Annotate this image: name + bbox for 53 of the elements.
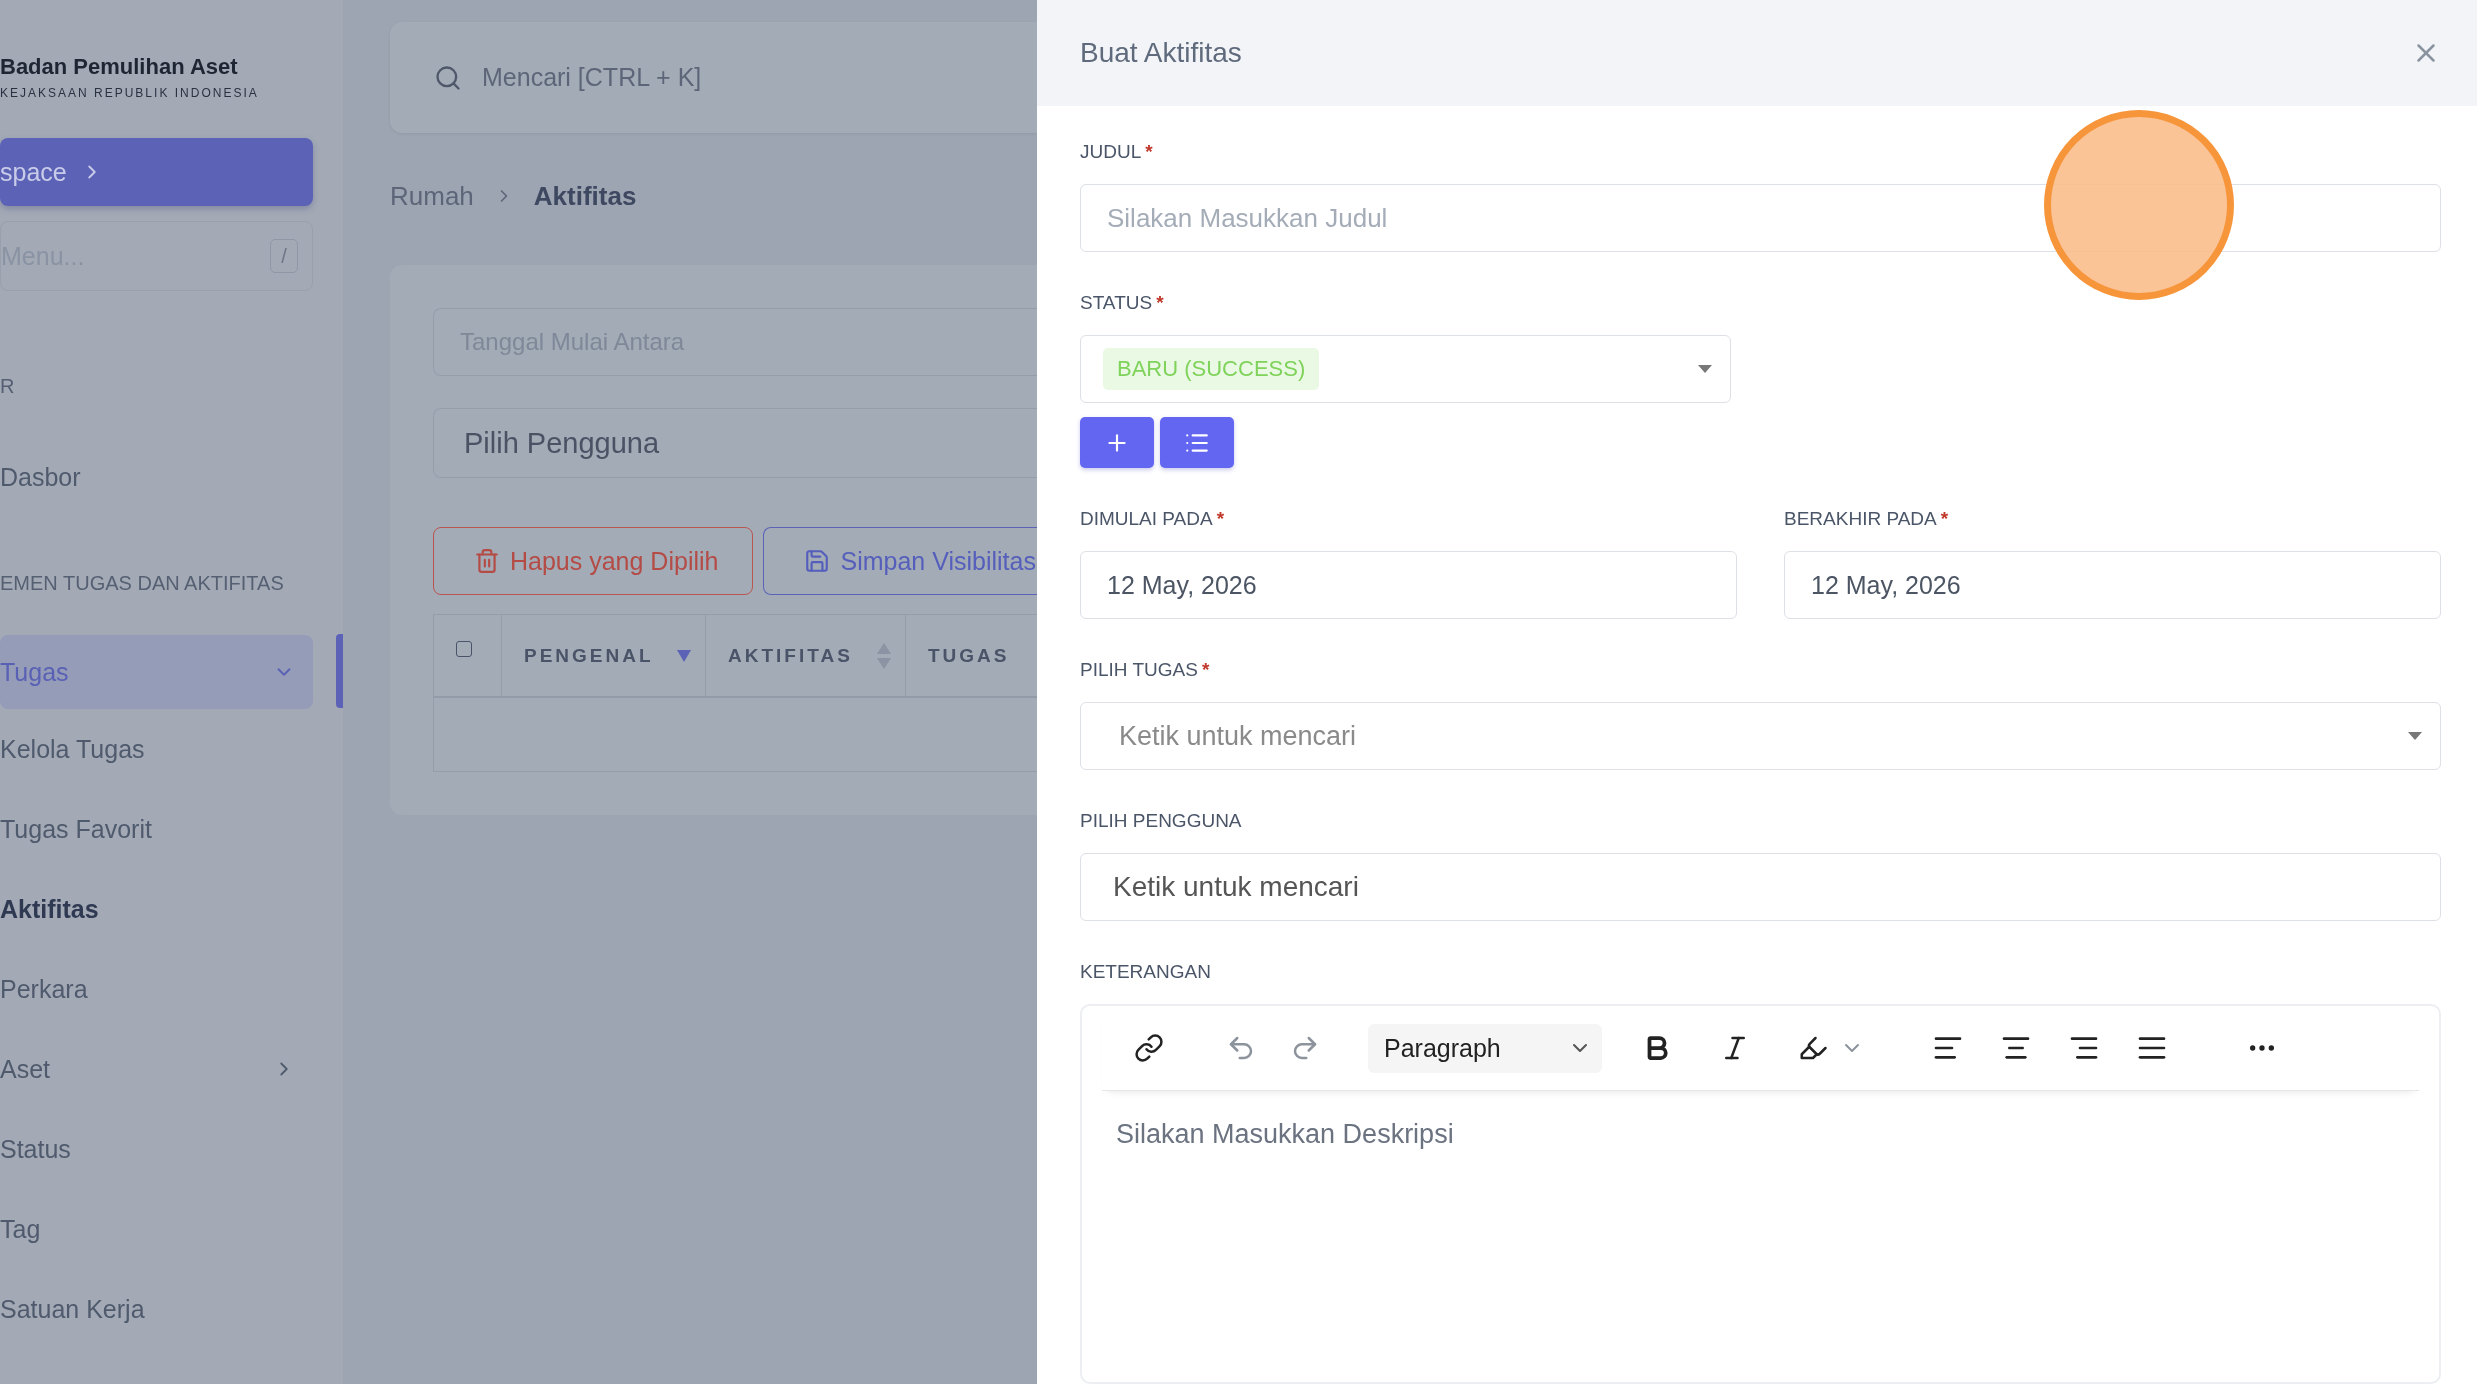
field-label: JUDUL * bbox=[1080, 140, 1154, 165]
description-placeholder: Silakan Masukkan Deskripsi bbox=[1115, 1118, 1455, 1150]
required-mark: * bbox=[1216, 508, 1225, 530]
nav-subitem[interactable]: Kelola Tugas bbox=[0, 709, 313, 789]
caret-icon bbox=[2408, 732, 2422, 740]
breadcrumb-item[interactable]: Rumah bbox=[390, 180, 474, 212]
column-header[interactable]: AKTIFITAS bbox=[706, 615, 906, 696]
workspace-button[interactable]: space bbox=[0, 138, 313, 206]
date-input[interactable]: 12 May, 2026 bbox=[1784, 551, 2441, 619]
required-mark: * bbox=[1145, 141, 1153, 163]
user-search-field[interactable]: Ketik untuk mencari bbox=[1080, 853, 2441, 921]
column-header[interactable]: PENGENAL bbox=[502, 615, 706, 696]
list-button[interactable] bbox=[1160, 417, 1234, 468]
nav-item[interactable]: Tag bbox=[0, 1189, 313, 1269]
nav-item[interactable]: Status bbox=[0, 1109, 313, 1189]
required-mark: * bbox=[1201, 659, 1210, 681]
shortcut-key: / bbox=[270, 239, 298, 273]
save-visibility-button[interactable]: Simpan Visibilitas bbox=[763, 527, 1037, 595]
trash-icon bbox=[474, 548, 500, 574]
drawer-title: Buat Aktifitas bbox=[1080, 37, 1242, 69]
nav-item[interactable]: Tugas bbox=[0, 635, 313, 709]
nav-item[interactable]: Satuan Kerja bbox=[0, 1269, 313, 1349]
user-select[interactable]: Pilih Pengguna bbox=[433, 408, 1037, 478]
field-label: KETERANGAN bbox=[1080, 960, 1212, 984]
nav-subitem[interactable]: Tugas Favorit bbox=[0, 789, 313, 869]
section-heading: EMEN TUGAS DAN AKTIFITAS bbox=[0, 570, 285, 596]
nav-subitem[interactable]: Aktifitas bbox=[0, 869, 313, 949]
select-all-checkbox[interactable] bbox=[456, 640, 472, 657]
search-bar[interactable]: Mencari [CTRL + K] bbox=[390, 22, 1037, 133]
format-select[interactable]: Paragraph bbox=[1368, 1023, 1602, 1073]
field-label: DIMULAI PADA * bbox=[1080, 507, 1226, 532]
required-mark: * bbox=[1940, 508, 1949, 530]
delete-selected-button[interactable]: Hapus yang Dipilih bbox=[433, 527, 754, 595]
nav-item[interactable]: Dasbor bbox=[0, 437, 313, 517]
field-label: BERAKHIR PADA * bbox=[1784, 507, 1950, 532]
status-tag: BARU (SUCCESS) bbox=[1103, 348, 1320, 390]
nav-item[interactable]: Aset bbox=[0, 1029, 313, 1109]
search-icon bbox=[434, 63, 462, 92]
field-label: STATUS * bbox=[1080, 291, 1165, 316]
section-heading: R bbox=[0, 373, 16, 399]
status-select[interactable]: BARU (SUCCESS) bbox=[1080, 335, 1731, 403]
description-editor[interactable]: Paragraph Silakan Masukkan Deskripsi bbox=[1080, 1004, 2441, 1384]
brand-subtitle: KEJAKSAAN REPUBLIK INDONESIA bbox=[0, 86, 260, 100]
add-button[interactable] bbox=[1080, 417, 1154, 468]
date-input[interactable]: 12 May, 2026 bbox=[1080, 551, 1737, 619]
task-select[interactable]: Ketik untuk mencari bbox=[1080, 702, 2441, 770]
brand-title: Badan Pemulihan Aset bbox=[0, 54, 239, 80]
field-label: PILIH TUGAS * bbox=[1080, 658, 1211, 683]
breadcrumb-item: Aktifitas bbox=[533, 180, 637, 212]
caret-icon bbox=[1698, 365, 1712, 373]
nav-item[interactable]: Perkara bbox=[0, 949, 313, 1029]
required-mark: * bbox=[1156, 292, 1164, 314]
field-label: PILIH PENGGUNA bbox=[1080, 809, 1243, 833]
